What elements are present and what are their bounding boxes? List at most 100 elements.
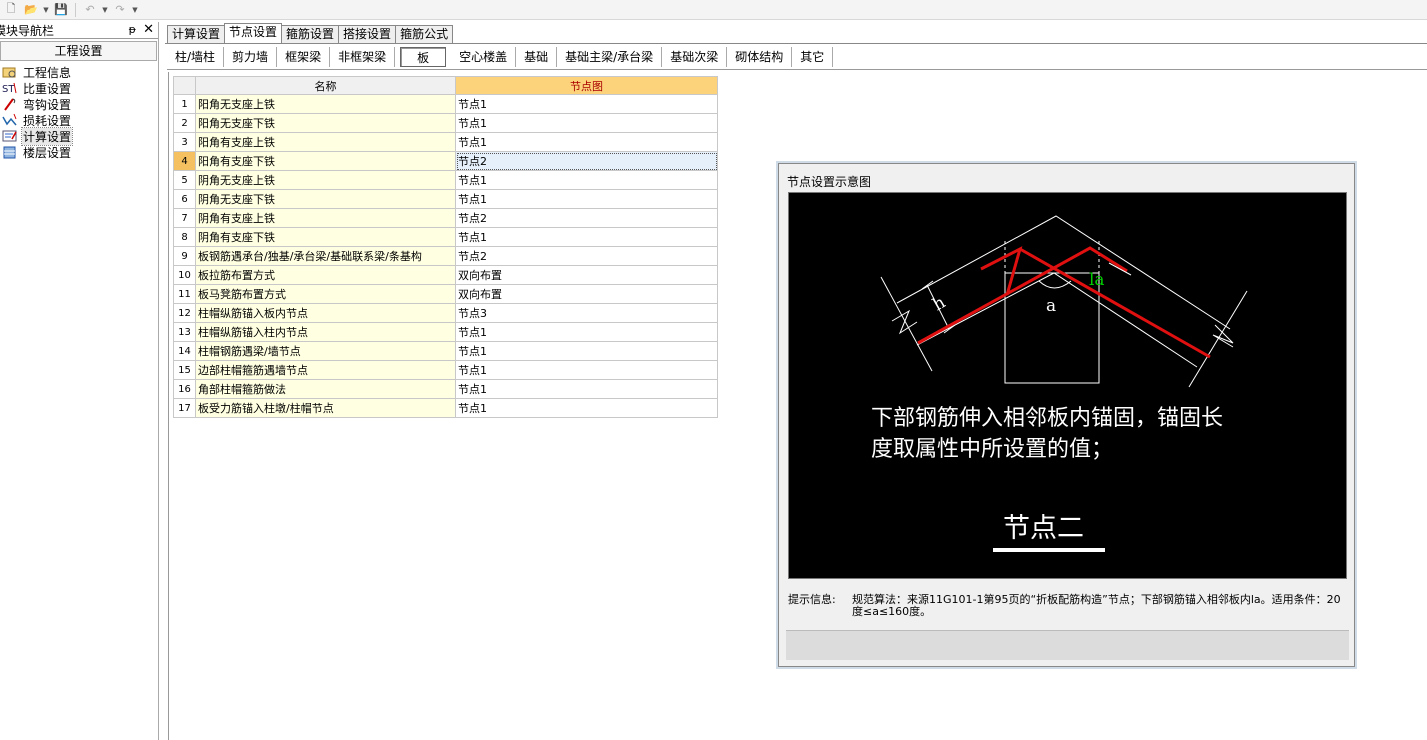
nav-item-label: 计算设置 [20, 126, 74, 146]
row-node-cell[interactable]: 节点2 [455, 151, 718, 171]
table-row[interactable]: 17 板受力筋锚入柱墩/柱帽节点 节点1 [173, 398, 718, 418]
tab-stirrup-formula[interactable]: 箍筋公式 [395, 25, 454, 43]
row-node-cell[interactable]: 节点1 [455, 94, 718, 114]
dialog-footer [786, 630, 1349, 660]
subtab-frame-beam[interactable]: 框架梁 [277, 46, 331, 67]
row-node-cell[interactable]: 双向布置 [455, 265, 718, 285]
undo-dropdown-icon[interactable]: ▼ [101, 2, 109, 18]
row-node-cell[interactable]: 节点1 [455, 341, 718, 361]
table-row[interactable]: 6 阴角无支座下铁 节点1 [173, 189, 718, 209]
break-line-left [880, 276, 933, 372]
subtab-slab[interactable]: 板 [400, 46, 447, 67]
subtab-masonry[interactable]: 砌体结构 [727, 46, 793, 67]
hint-section: 提示信息: 规范算法：来源11G101-1第95页的“折板配筋构造”节点；下部钢… [788, 594, 1343, 618]
tab-calc-settings[interactable]: 计算设置 [167, 25, 226, 43]
table-row[interactable]: 13 柱帽纵筋锚入柱内节点 节点1 [173, 322, 718, 342]
row-node-cell[interactable]: 节点1 [455, 132, 718, 152]
table-row[interactable]: 1 阳角无支座上铁 节点1 [173, 94, 718, 114]
subtab-foundation[interactable]: 基础 [516, 46, 558, 67]
table-row[interactable]: 3 阳角有支座上铁 节点1 [173, 132, 718, 152]
table-row[interactable]: 16 角部柱帽箍筋做法 节点1 [173, 379, 718, 399]
row-number: 15 [173, 360, 196, 380]
new-file-icon[interactable]: 🗋 [2, 2, 20, 18]
row-number: 17 [173, 398, 196, 418]
row-number: 12 [173, 303, 196, 323]
hook-icon [2, 97, 18, 111]
subtab-hollow-floor[interactable]: 空心楼盖 [451, 46, 517, 67]
content-border [168, 72, 169, 740]
table-row[interactable]: 11 板马凳筋布置方式 双向布置 [173, 284, 718, 304]
label-h: h [930, 293, 950, 316]
row-node-cell[interactable]: 节点1 [455, 322, 718, 342]
pin-icon[interactable]: ᵽ [129, 23, 136, 36]
node-diagram-dialog: 节点设置示意图 h la a 下部钢筋伸入相邻板内锚固，锚固长 度取属性中所设置… [778, 163, 1355, 667]
tab-node-settings[interactable]: 节点设置 [224, 23, 283, 43]
nav-item-weight-settings[interactable]: ST 比重设置 [0, 80, 158, 96]
row-number: 13 [173, 322, 196, 342]
table-row[interactable]: 12 柱帽纵筋锚入板内节点 节点3 [173, 303, 718, 323]
tab-stirrup-settings[interactable]: 箍筋设置 [281, 25, 340, 43]
nav-item-calc-settings[interactable]: 计算设置 [0, 126, 158, 146]
break-mark-right [1212, 324, 1234, 348]
dialog-title: 节点设置示意图 [787, 175, 872, 189]
column-header-name[interactable]: 名称 [195, 76, 456, 95]
row-name-cell: 阴角无支座上铁 [195, 170, 456, 190]
table-row[interactable]: 9 板钢筋遇承台/独基/承台梁/基础联系梁/条基构 节点2 [173, 246, 718, 266]
nav-section-header[interactable]: 工程设置 [0, 41, 157, 61]
table-row[interactable]: 2 阳角无支座下铁 节点1 [173, 113, 718, 133]
subtab-non-frame-beam[interactable]: 非框架梁 [330, 46, 396, 67]
table-row[interactable]: 7 阴角有支座上铁 节点2 [173, 208, 718, 228]
table-row[interactable]: 4 阳角有支座下铁 节点2 [173, 151, 718, 171]
open-folder-icon[interactable]: 📂 [22, 2, 40, 18]
nav-item-project-info[interactable]: 工程信息 [0, 64, 158, 80]
row-name-cell: 板拉筋布置方式 [195, 265, 456, 285]
nav-item-hook-settings[interactable]: 弯钩设置 [0, 96, 158, 112]
row-node-cell[interactable]: 节点1 [455, 113, 718, 133]
label-la: la [1089, 270, 1105, 290]
subtab-column-wall[interactable]: 柱/墙柱 [167, 46, 225, 67]
row-node-cell[interactable]: 节点1 [455, 170, 718, 190]
row-node-cell[interactable]: 节点1 [455, 398, 718, 418]
table-row[interactable]: 14 柱帽钢筋遇梁/墙节点 节点1 [173, 341, 718, 361]
row-number: 7 [173, 208, 196, 228]
redo-icon[interactable]: ↷ [111, 2, 129, 18]
subtab-foundation-secondary-beam[interactable]: 基础次梁 [662, 46, 728, 67]
break-mark-left [891, 309, 918, 335]
quick-toolbar: 🗋 📂 ▼ 💾 ↶ ▼ ↷ ▼ [0, 0, 1427, 20]
subtab-other[interactable]: 其它 [792, 46, 834, 67]
node-diagram-svg: h la a 下部钢筋伸入相邻板内锚固，锚固长 度取属性中所设置的值； 节点二 [871, 215, 1248, 552]
subtab-shear-wall[interactable]: 剪力墙 [224, 46, 278, 67]
redo-dropdown-icon[interactable]: ▼ [131, 2, 139, 18]
angle-arc [1038, 280, 1072, 289]
undo-icon[interactable]: ↶ [81, 2, 99, 18]
nav-tree: 工程信息 ST 比重设置 弯钩设置 损耗设置 计算设置 楼层设置 [0, 61, 158, 160]
subtab-foundation-main-beam[interactable]: 基础主梁/承台梁 [557, 46, 663, 67]
row-node-cell[interactable]: 节点1 [455, 189, 718, 209]
row-node-cell[interactable]: 节点1 [455, 379, 718, 399]
hint-text: 规范算法：来源11G101-1第95页的“折板配筋构造”节点；下部钢筋锚入相邻板… [852, 593, 1341, 618]
table-row[interactable]: 5 阴角无支座上铁 节点1 [173, 170, 718, 190]
weight-icon: ST [2, 81, 18, 95]
open-dropdown-icon[interactable]: ▼ [42, 2, 50, 18]
rebar-top-left [980, 246, 1023, 296]
nav-item-floor-settings[interactable]: 楼层设置 [0, 144, 158, 160]
row-node-cell[interactable]: 节点2 [455, 246, 718, 266]
column-header-node[interactable]: 节点图 [455, 76, 718, 95]
tab-lap-settings[interactable]: 搭接设置 [338, 25, 397, 43]
row-node-cell[interactable]: 双向布置 [455, 284, 718, 304]
nav-item-loss-settings[interactable]: 损耗设置 [0, 112, 158, 128]
save-icon[interactable]: 💾 [52, 2, 70, 18]
row-node-cell[interactable]: 节点1 [455, 227, 718, 247]
component-tabs: 柱/墙柱 剪力墙 框架梁 非框架梁 板 空心楼盖 基础 基础主梁/承台梁 基础次… [167, 44, 1427, 70]
module-nav-panel: 模块导航栏 ᵽ ✕ 工程设置 工程信息 ST 比重设置 弯钩设置 损耗设置 计算… [0, 22, 159, 740]
row-name-cell: 柱帽纵筋锚入板内节点 [195, 303, 456, 323]
row-node-cell[interactable]: 节点3 [455, 303, 718, 323]
table-row[interactable]: 10 板拉筋布置方式 双向布置 [173, 265, 718, 285]
row-node-cell[interactable]: 节点2 [455, 208, 718, 228]
table-row[interactable]: 15 边部柱帽箍筋遇墙节点 节点1 [173, 360, 718, 380]
row-node-cell[interactable]: 节点1 [455, 360, 718, 380]
row-number: 10 [173, 265, 196, 285]
close-icon[interactable]: ✕ [143, 22, 154, 37]
node-settings-table: 名称 节点图 1 阳角无支座上铁 节点1 2 阳角无支座下铁 节点1 3 阳角有支座上铁 节点1… [173, 76, 718, 418]
table-row[interactable]: 8 阴角有支座下铁 节点1 [173, 227, 718, 247]
